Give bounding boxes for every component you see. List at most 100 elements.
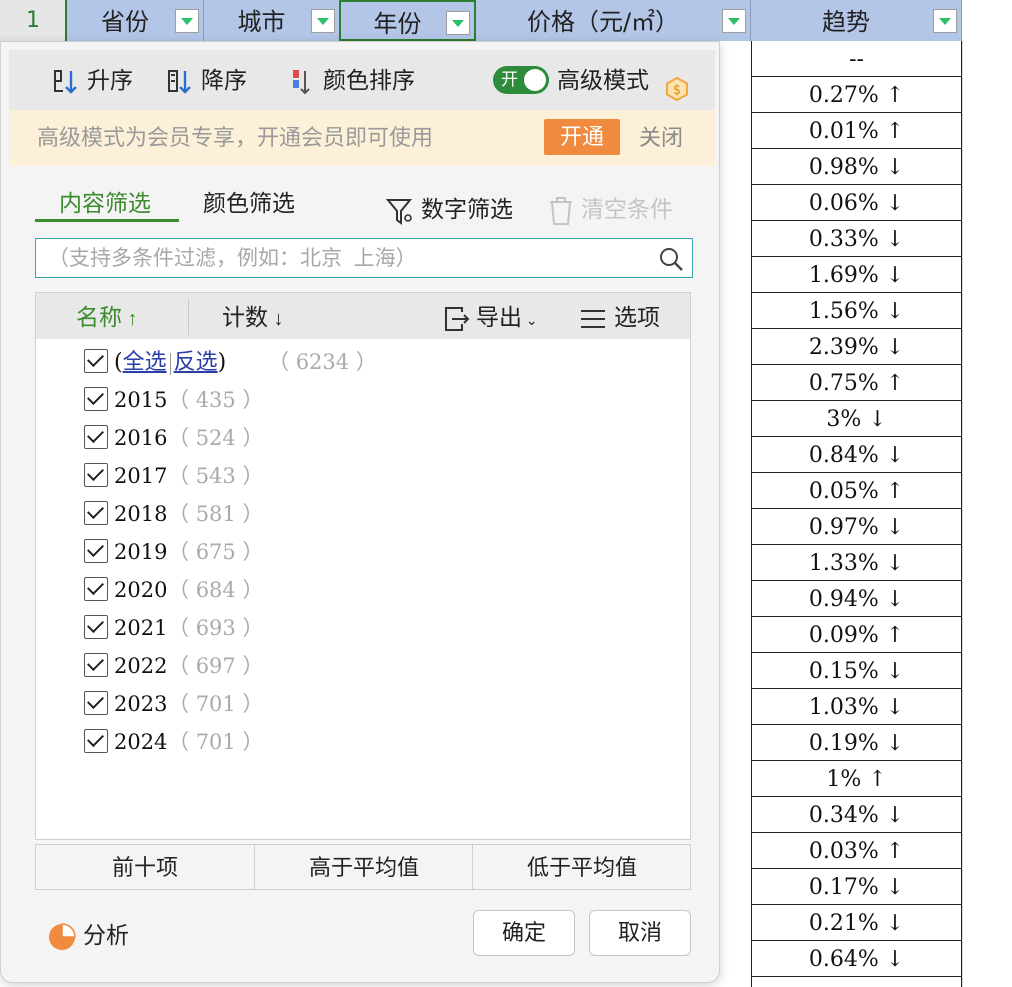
column-header-year[interactable]: 年份 (339, 0, 476, 41)
column-header-trend[interactable]: 趋势 (751, 0, 962, 41)
trend-cell[interactable]: 0.19% ↓ (752, 725, 961, 761)
item-checkbox[interactable] (84, 425, 108, 449)
trend-cell[interactable]: 0.34% ↓ (752, 797, 961, 833)
below-average-button[interactable]: 低于平均值 (472, 845, 691, 889)
number-filter-button[interactable]: 数字筛选 (385, 192, 513, 226)
item-count-value: 435 (195, 388, 236, 412)
trend-cell[interactable]: 0.75% ↑ (752, 365, 961, 401)
sort-by-count-button[interactable]: 计数 ↓ (222, 293, 284, 343)
sort-ascending-icon (54, 69, 77, 94)
trend-cell[interactable]: 0.64% ↓ (752, 941, 961, 977)
total-count-value: 6234 (295, 350, 350, 374)
column-header-label: 价格（元/㎡） (526, 8, 680, 36)
item-checkbox[interactable] (84, 691, 108, 715)
open-membership-button[interactable]: 开通 (544, 119, 620, 155)
invert-selection-link[interactable]: 反选 (174, 349, 218, 374)
select-all-link[interactable]: 全选 (123, 349, 167, 374)
trend-cell[interactable]: 3% ↓ (752, 401, 961, 437)
item-count: （ 693 ） (168, 616, 264, 640)
paren-close: ) (217, 350, 227, 375)
analysis-button[interactable]: 分析 (47, 918, 129, 952)
column-header-province[interactable]: 省份 (67, 0, 204, 41)
quick-filter-bar: 前十项 高于平均值 低于平均值 (35, 844, 691, 890)
item-count: （ 697 ） (168, 654, 264, 678)
trend-cell[interactable]: 1% ↑ (752, 761, 961, 797)
name-column-label: 名称 (76, 304, 122, 330)
divider (188, 299, 189, 335)
top-ten-button[interactable]: 前十项 (36, 845, 254, 889)
trend-cell[interactable]: -- (752, 41, 961, 77)
column-header-city[interactable]: 城市 (204, 0, 340, 41)
analysis-label: 分析 (83, 922, 129, 948)
sort-toolbar: 升序 降序 颜色排序 开 高级模式 $ (9, 50, 715, 110)
trend-cell[interactable]: 0.03% ↑ (752, 833, 961, 869)
cancel-button[interactable]: 取消 (589, 910, 691, 956)
trend-cell[interactable]: 1.56% ↓ (752, 293, 961, 329)
item-checkbox[interactable] (84, 463, 108, 487)
trend-cell[interactable]: 0.94% ↓ (752, 581, 961, 617)
item-checkbox[interactable] (84, 615, 108, 639)
item-count: （ 543 ） (168, 464, 264, 488)
filter-dropdown-icon[interactable] (175, 9, 199, 33)
item-count: （ 524 ） (168, 426, 264, 450)
item-count-value: 581 (195, 502, 236, 526)
header-row: 1 省份 城市 年份 价格（元/㎡） 趋势 (0, 0, 1012, 41)
item-count: （ 675 ） (168, 540, 264, 564)
tab-content-filter[interactable]: 内容筛选 (59, 186, 151, 220)
item-count: （ 701 ） (168, 692, 264, 716)
search-icon[interactable] (658, 246, 684, 272)
select-all-checkbox[interactable] (84, 349, 108, 373)
trend-cell[interactable]: 0.97% ↓ (752, 509, 961, 545)
options-button[interactable]: 选项 (578, 293, 660, 341)
item-checkbox[interactable] (84, 539, 108, 563)
sort-descending-button[interactable]: 降序 (165, 64, 247, 96)
sort-by-name-button[interactable]: 名称 ↑ (76, 293, 138, 343)
tab-color-filter[interactable]: 颜色筛选 (203, 186, 295, 220)
trend-cell[interactable]: 0.05% ↑ (752, 473, 961, 509)
column-header-price[interactable]: 价格（元/㎡） (476, 0, 751, 41)
export-button[interactable]: 导出 ⌄ (440, 293, 538, 344)
color-sort-button[interactable]: 颜色排序 (287, 64, 415, 96)
above-average-button[interactable]: 高于平均值 (254, 845, 473, 889)
filter-dropdown-icon[interactable] (722, 9, 746, 33)
trend-cell[interactable]: 1.33% ↓ (752, 545, 961, 581)
clear-conditions-label: 清空条件 (581, 196, 673, 222)
chevron-down-icon: ⌄ (522, 312, 538, 328)
filter-dropdown-icon[interactable] (933, 9, 957, 33)
select-all-controls: (全选 反选) (114, 345, 226, 380)
confirm-button[interactable]: 确定 (473, 910, 575, 956)
close-notice-button[interactable]: 关闭 (639, 110, 683, 166)
trend-cell[interactable]: 0.33% ↓ (752, 221, 961, 257)
trend-cell[interactable]: 0.98% ↓ (752, 149, 961, 185)
row-number-1[interactable]: 1 (0, 0, 67, 41)
trend-cell[interactable]: 0.01% ↑ (752, 113, 961, 149)
filter-dropdown-icon[interactable] (446, 11, 470, 35)
item-count: （ 701 ） (168, 730, 264, 754)
total-count: （ 6234 ） (268, 350, 377, 374)
item-label: 2018 (114, 502, 168, 526)
filter-dropdown-icon[interactable] (311, 9, 335, 33)
trend-cell[interactable]: 0.17% ↓ (752, 869, 961, 905)
trend-cell[interactable]: 0.09% ↑ (752, 617, 961, 653)
vip-notice-text: 高级模式为会员专享，开通会员即可使用 (37, 125, 434, 150)
trend-cell[interactable]: 1.69% ↓ (752, 257, 961, 293)
column-header-label: 省份 (101, 8, 149, 36)
clear-conditions-button[interactable]: 清空条件 (547, 192, 673, 226)
item-checkbox[interactable] (84, 501, 108, 525)
trend-cell[interactable]: 0.27% ↑ (752, 77, 961, 113)
sort-ascending-label: 升序 (87, 67, 133, 93)
item-checkbox[interactable] (84, 653, 108, 677)
sort-ascending-button[interactable]: 升序 (51, 64, 133, 96)
item-count-value: 543 (195, 464, 236, 488)
trend-cell[interactable]: 0.15% ↓ (752, 653, 961, 689)
search-input[interactable] (46, 239, 650, 279)
trend-cell[interactable]: 0.84% ↓ (752, 437, 961, 473)
advanced-mode-toggle[interactable]: 开 (493, 66, 549, 94)
trend-cell[interactable]: 0.21% ↓ (752, 905, 961, 941)
item-checkbox[interactable] (84, 387, 108, 411)
item-checkbox[interactable] (84, 729, 108, 753)
trend-cell[interactable]: 1.03% ↓ (752, 689, 961, 725)
item-checkbox[interactable] (84, 577, 108, 601)
trend-cell[interactable]: 2.39% ↓ (752, 329, 961, 365)
trend-cell[interactable]: 0.06% ↓ (752, 185, 961, 221)
